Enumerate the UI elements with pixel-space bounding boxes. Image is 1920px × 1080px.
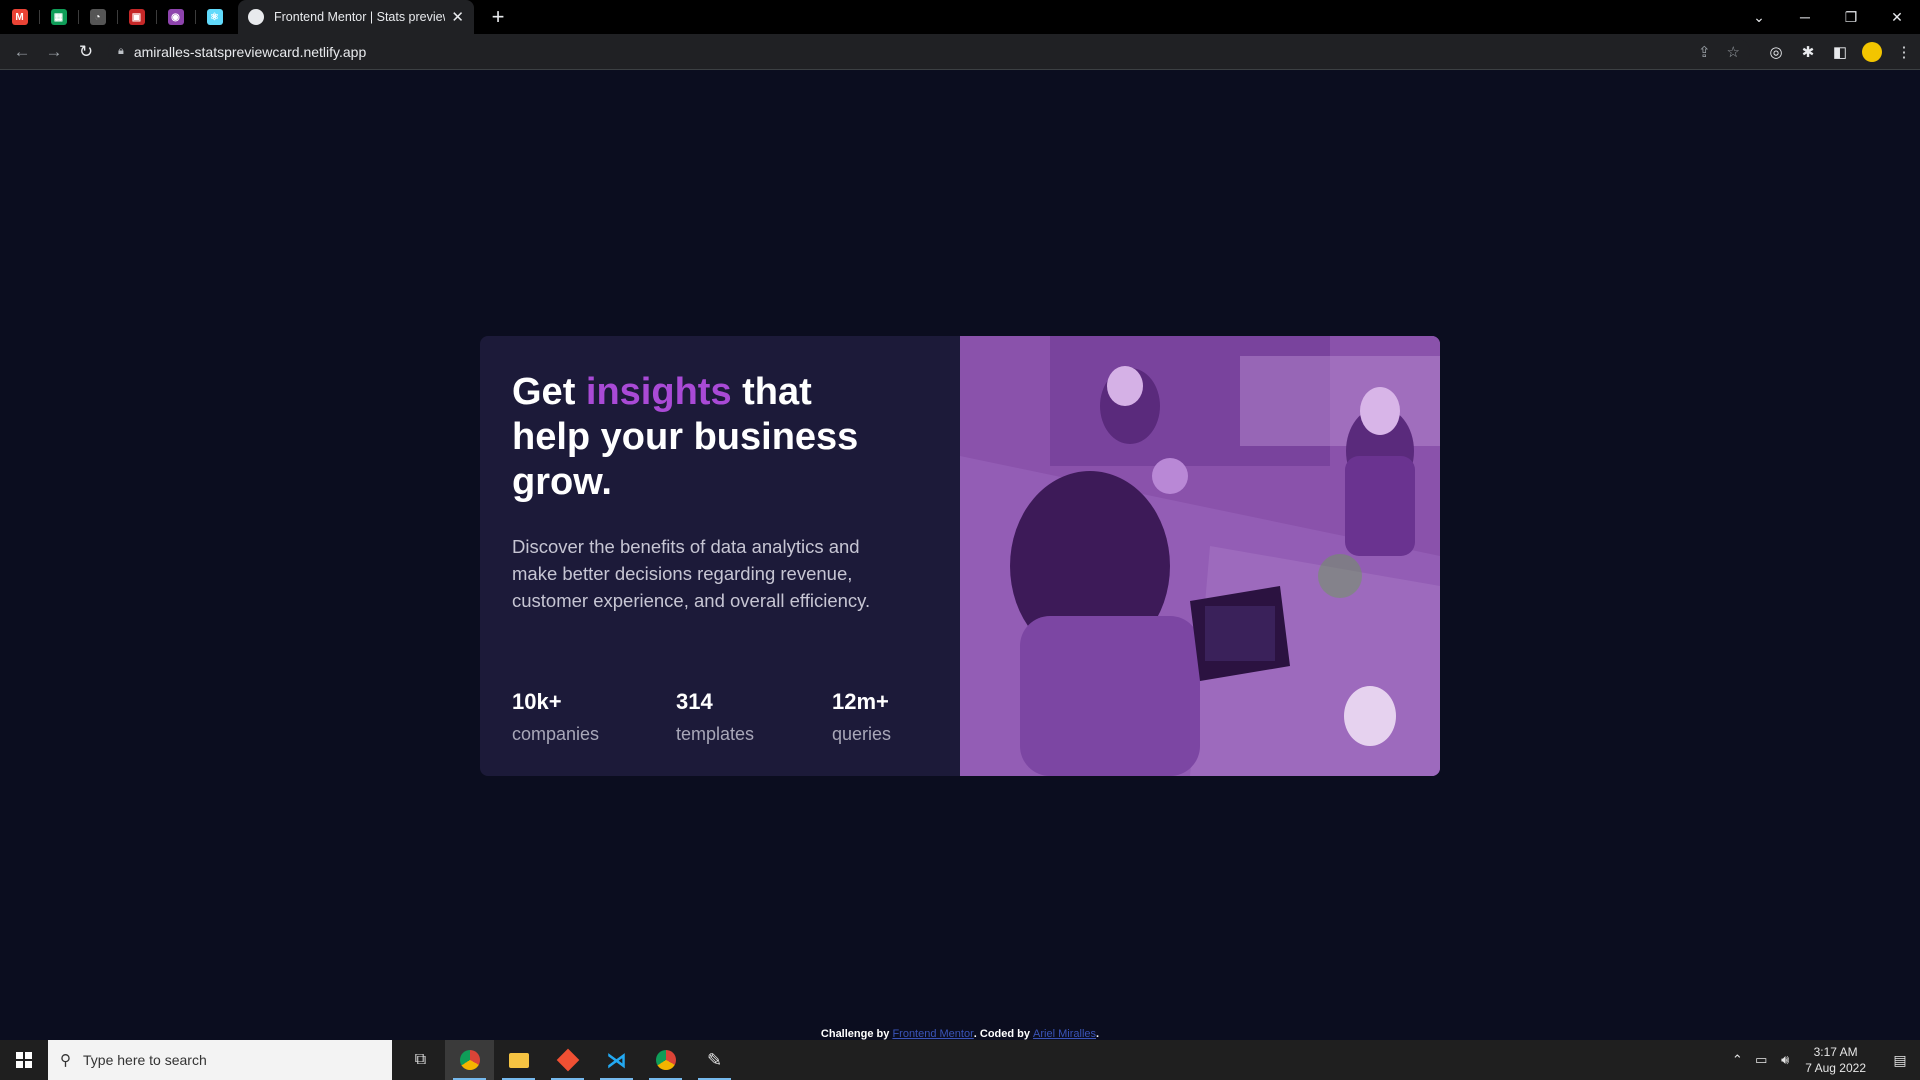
headline-accent: insights xyxy=(585,371,732,413)
browser-toolbar: ← → ↻ 🔒︎ amiralles-statspreviewcard.netl… xyxy=(0,34,1920,70)
stat-value: 10k+ xyxy=(512,689,562,714)
pinned-tab[interactable]: ▣ xyxy=(117,0,156,34)
github-icon: ◔ xyxy=(89,9,106,25)
git-icon xyxy=(556,1048,579,1072)
tab-active[interactable]: Frontend Mentor | Stats preview ✕ xyxy=(238,0,474,34)
side-panel-icon[interactable]: ◧ xyxy=(1824,43,1856,61)
start-button[interactable] xyxy=(0,1040,48,1080)
clock-time: 3:17 AM xyxy=(1813,1045,1858,1059)
chrome-profile-icon xyxy=(655,1050,676,1070)
show-hidden-icons-chevron-icon[interactable]: ⌃ xyxy=(1725,1052,1749,1068)
pinned-tab[interactable]: ⚛ xyxy=(195,0,234,34)
pinned-tab[interactable]: M xyxy=(0,0,39,34)
react-icon: ⚛ xyxy=(206,9,223,25)
card-image-office-meeting xyxy=(960,336,1440,776)
taskbar-chrome-profile[interactable] xyxy=(641,1040,690,1080)
close-window-button[interactable]: ✕ xyxy=(1874,9,1920,26)
taskbar-clock[interactable]: 3:17 AM 7 Aug 2022 xyxy=(1805,1044,1866,1076)
network-icon[interactable]: ▭ xyxy=(1749,1052,1773,1068)
clock-date: 7 Aug 2022 xyxy=(1805,1061,1866,1075)
stat-value: 314 xyxy=(676,689,713,714)
frontend-mentor-link[interactable]: Frontend Mentor xyxy=(892,1028,973,1040)
app-icon: ▣ xyxy=(128,9,145,25)
notifications-icon[interactable]: ▤ xyxy=(1880,1052,1920,1069)
reload-button[interactable]: ↻ xyxy=(70,42,102,62)
purple-app-icon: ◉ xyxy=(167,9,184,25)
search-icon: ⚲ xyxy=(60,1052,71,1069)
pinned-tab[interactable]: ▦ xyxy=(39,0,78,34)
taskbar-file-explorer[interactable] xyxy=(494,1040,543,1080)
stats-preview-card: Get insights that help your business gro… xyxy=(480,336,1440,776)
tab-close-icon[interactable]: ✕ xyxy=(451,8,464,26)
headline-pre: Get xyxy=(512,371,586,413)
stat-companies: 10k+ companies xyxy=(512,689,676,745)
back-button[interactable]: ← xyxy=(6,42,38,62)
taskbar-paint[interactable]: ✎ xyxy=(690,1040,739,1080)
windows-taskbar: ⚲ Type here to search ⧉ ⋊ ✎ ⌃ ▭ 🔊︎ 3:17 … xyxy=(0,1040,1920,1080)
card-headline: Get insights that help your business gro… xyxy=(512,370,892,505)
pinned-tab[interactable]: ◉ xyxy=(156,0,195,34)
folder-icon xyxy=(508,1052,529,1068)
volume-icon[interactable]: 🔊︎ xyxy=(1773,1052,1797,1068)
restore-button[interactable]: ❐ xyxy=(1828,9,1874,26)
task-view-icon: ⧉ xyxy=(414,1051,427,1068)
extension-record-icon[interactable]: ◎ xyxy=(1760,43,1792,61)
minimize-button[interactable]: ─ xyxy=(1782,9,1828,25)
browser-tab-bar: M ▦ ◔ ▣ ◉ ⚛ Frontend Mentor | Stats preview ✕… xyxy=(0,0,1920,34)
taskbar-vscode[interactable]: ⋊ xyxy=(592,1040,641,1080)
new-tab-button[interactable]: + xyxy=(486,4,510,30)
stat-value: 12m+ xyxy=(832,689,889,714)
stat-label: queries xyxy=(832,724,892,744)
lock-icon: 🔒︎ xyxy=(118,45,124,57)
task-view-button[interactable]: ⧉ xyxy=(396,1040,445,1080)
stat-queries: 12m+ queries xyxy=(832,689,912,745)
share-icon[interactable]: ⇪ xyxy=(1698,43,1711,61)
extensions-puzzle-icon[interactable]: ✱ xyxy=(1792,43,1824,61)
attribution-footer: Challenge by Frontend Mentor. Coded by A… xyxy=(0,1028,1920,1040)
search-placeholder: Type here to search xyxy=(83,1052,207,1068)
forward-button[interactable]: → xyxy=(38,42,70,62)
bookmark-star-icon[interactable]: ☆ xyxy=(1727,43,1740,61)
url-text: amiralles-statspreviewcard.netlify.app xyxy=(133,43,367,60)
windows-logo-icon xyxy=(16,1052,32,1068)
sheets-icon: ▦ xyxy=(50,9,67,25)
stat-templates: 314 templates xyxy=(676,689,832,745)
system-tray: ⌃ ▭ 🔊︎ 3:17 AM 7 Aug 2022 ▤ xyxy=(1725,1040,1920,1080)
author-link[interactable]: Ariel Miralles xyxy=(1033,1028,1096,1040)
paint-icon: ✎ xyxy=(706,1049,723,1070)
stats-row: 10k+ companies 314 templates 12m+ querie… xyxy=(512,689,912,745)
page-viewport: Get insights that help your business gro… xyxy=(0,70,1920,1040)
stat-label: templates xyxy=(676,724,755,744)
frontend-mentor-favicon-icon xyxy=(248,9,264,25)
tab-search-icon[interactable]: ⌄ xyxy=(1736,9,1782,26)
chrome-icon xyxy=(459,1050,480,1070)
card-text-section: Get insights that help your business gro… xyxy=(480,336,960,776)
vscode-icon: ⋊ xyxy=(606,1049,627,1072)
gmail-icon: M xyxy=(11,9,28,25)
taskbar-chrome[interactable] xyxy=(445,1040,494,1080)
menu-kebab-icon[interactable]: ⋮ xyxy=(1888,43,1920,61)
office-photo-illustration xyxy=(960,336,1440,776)
taskbar-search-box[interactable]: ⚲ Type here to search xyxy=(48,1040,392,1080)
tab-title: Frontend Mentor | Stats preview xyxy=(274,10,446,24)
footer-prefix: Challenge by xyxy=(820,1028,893,1040)
address-bar[interactable]: 🔒︎ amiralles-statspreviewcard.netlify.ap… xyxy=(108,37,1750,66)
stat-label: companies xyxy=(512,724,600,744)
card-description: Discover the benefits of data analytics … xyxy=(512,536,871,611)
pinned-tab[interactable]: ◔ xyxy=(78,0,117,34)
taskbar-git[interactable] xyxy=(543,1040,592,1080)
footer-suffix: . xyxy=(1096,1028,1100,1040)
footer-middle: . Coded by xyxy=(973,1028,1034,1040)
profile-avatar[interactable] xyxy=(1862,41,1882,62)
